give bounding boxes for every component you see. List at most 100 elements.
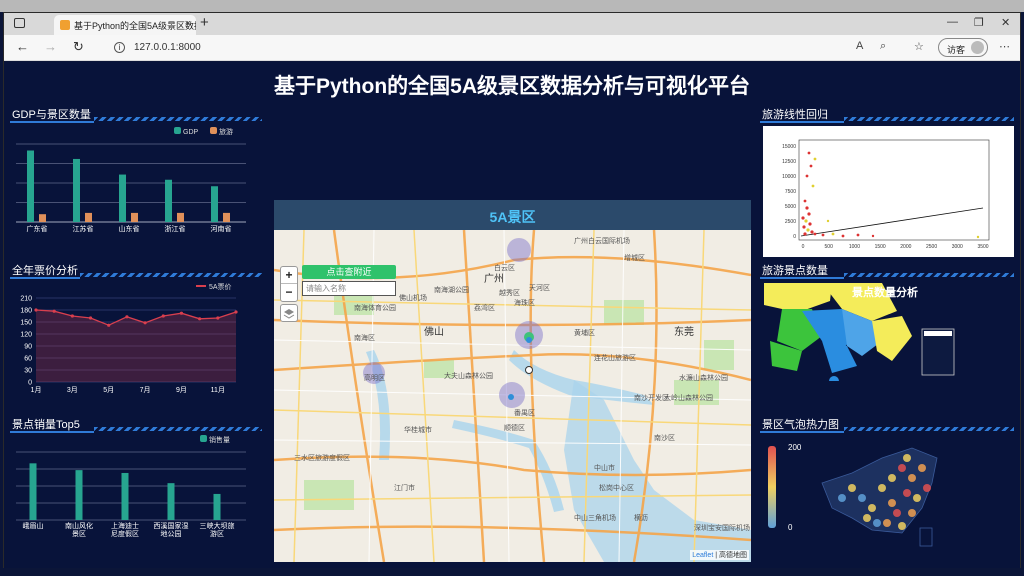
map-place-label: 高明区 xyxy=(364,373,385,382)
map-place-label: 华桂城市 xyxy=(404,425,432,434)
map-title: 5A景区 xyxy=(274,200,751,230)
map-panel: 5A景区 广州 佛山 东莞 南海区 番禺区 顺德区 白云区 天河区 黄埔区 荔湾… xyxy=(274,200,751,562)
map-place-label: 海珠区 xyxy=(514,298,535,307)
top-strip xyxy=(0,0,1024,12)
dashboard-page: 基于Python的全国5A级景区数据分析与可视化平台 GDP与景区数量 GDP 旅… xyxy=(4,62,1020,568)
info-icon[interactable]: i xyxy=(114,42,125,53)
tab-actions-icon[interactable] xyxy=(14,18,25,28)
close-tab-icon[interactable]: × xyxy=(185,18,191,30)
bar-sales xyxy=(167,483,175,520)
more-icon[interactable]: ⋯ xyxy=(999,40,1010,53)
price-point xyxy=(52,309,56,313)
y-tick-label: 5000 xyxy=(785,204,796,210)
price-point xyxy=(234,310,238,314)
legend-label: GDP xyxy=(183,129,199,136)
legend-swatch xyxy=(200,435,207,442)
x-tick-label: 1500 xyxy=(875,244,886,250)
bar-sales xyxy=(29,463,37,520)
heat-bubble xyxy=(858,494,866,502)
new-tab-icon[interactable]: + xyxy=(200,14,209,31)
close-window-icon[interactable]: ✕ xyxy=(1001,16,1010,29)
map-place-label: 南海湖公园 xyxy=(434,285,469,294)
map-place-label: 深圳宝安国际机场 xyxy=(694,523,750,532)
map-canvas[interactable]: 广州佛山东莞南海区番禺区顺德区白云区天河区黄埔区荔湾区越秀区海珠区增城区三水区高… xyxy=(274,229,751,562)
gdp-chart: GDP 旅游 广东省 江苏省 山东省 浙江省 河南省 xyxy=(16,127,246,233)
bar-gdp xyxy=(211,186,218,222)
zoom-control: + − xyxy=(280,266,298,302)
price-point xyxy=(125,315,129,319)
heat-bubble xyxy=(908,509,916,517)
x-tick-label: 2500 xyxy=(926,244,937,250)
zoom-out-button[interactable]: − xyxy=(281,284,297,301)
find-nearby-button[interactable]: 点击查附近 xyxy=(302,265,396,279)
back-icon[interactable]: ← xyxy=(16,39,29,54)
minimize-icon[interactable]: — xyxy=(947,16,958,28)
bar-sales xyxy=(121,472,129,520)
price-chart: 5A票价 0 30 60 90 120 150 180 210 1月 3月 5月 7月 9月 11月 xyxy=(20,283,238,394)
heat-bubble xyxy=(878,484,886,492)
heat-bubble xyxy=(898,522,906,530)
category-label: 游区 xyxy=(210,529,224,538)
map-place-label: 白云区 xyxy=(494,263,515,272)
category-label: 尼度假区 xyxy=(111,529,139,538)
map-place-label: 广州白云国际机场 xyxy=(574,236,630,245)
leaflet-link[interactable]: Leaflet xyxy=(692,552,713,559)
map-place-label: 顺德区 xyxy=(504,423,525,432)
spots-map: 景点数量分析 xyxy=(764,283,955,381)
y-tick-label: 15000 xyxy=(782,144,796,150)
zoom-in-button[interactable]: + xyxy=(281,267,297,284)
y-tick-label: 210 xyxy=(20,296,32,303)
read-aloud-icon[interactable]: A xyxy=(856,40,863,52)
favorites-icon[interactable]: ☆ xyxy=(914,40,924,53)
price-point xyxy=(107,323,111,327)
map-place-label: 南沙区 xyxy=(654,433,675,442)
legend-swatch xyxy=(174,127,181,134)
panel-deco xyxy=(844,273,1014,277)
map-place-label: 大岭山森林公园 xyxy=(664,393,713,402)
heat-scale-bar[interactable] xyxy=(768,446,776,528)
map-place-label: 黄埔区 xyxy=(574,328,595,337)
map-place-label: 江门市 xyxy=(394,483,415,492)
x-tick-label: 7月 xyxy=(140,386,151,394)
heat-bubble xyxy=(918,464,926,472)
price-area xyxy=(36,310,236,382)
map-place-label: 佛山 xyxy=(424,325,444,338)
category-label: 三峡大坝旅 xyxy=(200,521,235,530)
bar-tourism xyxy=(131,212,138,222)
y-tick-label: 0 xyxy=(793,234,796,240)
layers-icon[interactable] xyxy=(280,304,298,322)
map-tiles[interactable]: 广州佛山东莞南海区番禺区顺德区白云区天河区黄埔区荔湾区越秀区海珠区增城区三水区高… xyxy=(274,229,751,562)
forward-icon[interactable]: → xyxy=(44,39,57,54)
restore-icon[interactable]: ❐ xyxy=(974,16,984,29)
zoom-icon[interactable]: ⌕ xyxy=(880,40,886,53)
category-label: 上海迪士 xyxy=(111,521,139,530)
sales-chart: 销售量 峨眉山 南山风化景区 上海迪士尼度假区 西溪国家湿地公园 三峡大坝旅游区 xyxy=(16,435,246,538)
legend-swatch xyxy=(196,285,206,287)
category-label: 江苏省 xyxy=(73,224,94,233)
favicon-icon xyxy=(60,20,70,30)
url-field[interactable]: i 127.0.0.1:8000 xyxy=(104,38,844,58)
x-tick-label: 9月 xyxy=(176,386,187,394)
heat-bubble xyxy=(863,514,871,522)
y-tick-label: 30 xyxy=(24,368,32,375)
bar-tourism xyxy=(223,212,230,222)
browser-tab[interactable]: 基于Python的全国5A级景区数据 × xyxy=(54,15,196,35)
legend-label: 旅游 xyxy=(219,127,233,136)
price-point xyxy=(161,314,165,318)
heat-bubble xyxy=(893,509,901,517)
bar-tourism xyxy=(85,212,92,222)
category-label: 广东省 xyxy=(27,224,48,233)
heat-bubble xyxy=(903,489,911,497)
bar-gdp xyxy=(27,150,34,222)
name-search-input[interactable] xyxy=(302,281,396,296)
price-point xyxy=(88,316,93,320)
heat-map: 200 0 xyxy=(768,443,938,547)
browser-window: 基于Python的全国5A级景区数据 × + — ❐ ✕ ← → ↻ i 127… xyxy=(3,12,1021,568)
guest-profile-button[interactable]: 访客 xyxy=(938,38,988,57)
map-place-label: 越秀区 xyxy=(499,288,520,297)
sales-panel-title: 景点销量Top5 xyxy=(12,419,80,431)
map-place-label: 东莞 xyxy=(674,325,694,338)
refresh-icon[interactable]: ↻ xyxy=(73,39,84,55)
panel-underline xyxy=(760,431,844,433)
panel-deco xyxy=(844,117,1014,121)
